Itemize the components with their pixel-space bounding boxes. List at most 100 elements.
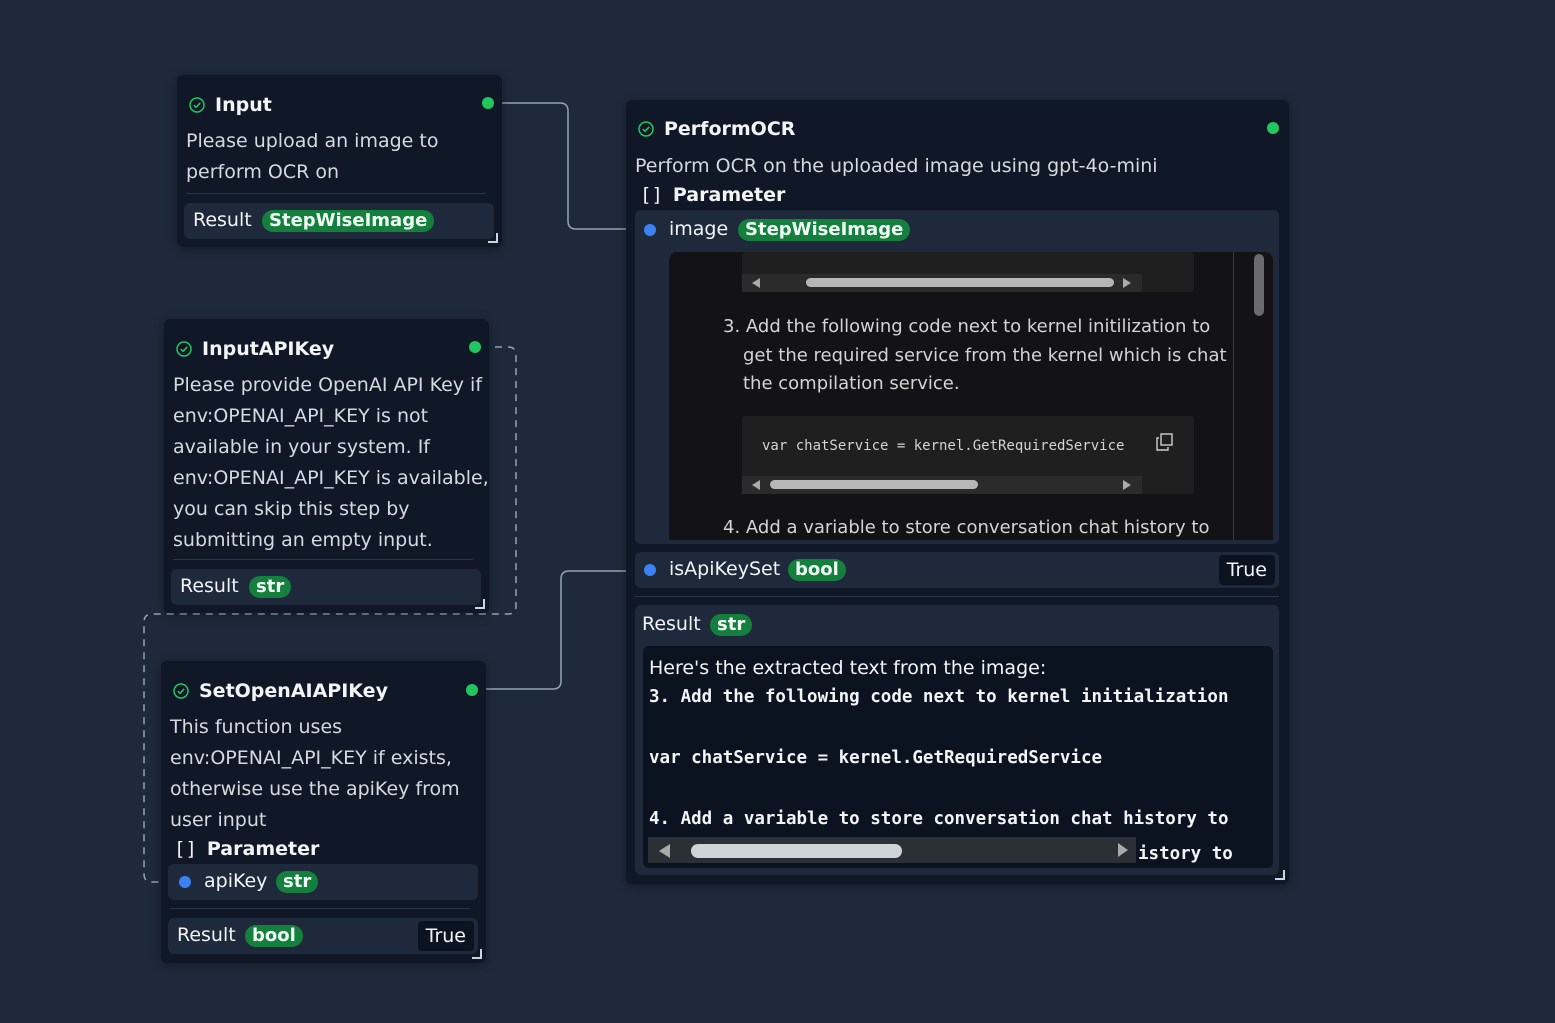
description-line: Please provide OpenAI API Key if <box>173 374 483 396</box>
resize-handle[interactable] <box>475 599 485 609</box>
node-title: SetOpenAIAPIKey <box>199 680 388 702</box>
description-line: env:OPENAI_API_KEY if exists, <box>170 747 452 769</box>
check-circle-icon <box>189 97 205 113</box>
output-port[interactable] <box>1267 122 1279 134</box>
type-badge: bool <box>245 925 303 947</box>
node-description: This function uses env:OPENAI_API_KEY if… <box>170 712 460 836</box>
scroll-thumb[interactable] <box>770 480 978 489</box>
step-4-text: 4. Add a variable to store conversation … <box>723 517 1210 538</box>
text-line: 3. Add the following code next to kernel… <box>723 316 1211 337</box>
scroll-thumb[interactable] <box>1254 254 1264 316</box>
input-port[interactable] <box>644 564 656 576</box>
type-badge: StepWiseImage <box>262 210 435 232</box>
horizontal-scrollbar[interactable] <box>742 476 1142 494</box>
param-name: image <box>669 218 729 240</box>
node-description: Please upload an image to perform OCR on <box>186 126 438 188</box>
description-line: submitting an empty input. <box>173 529 433 551</box>
result-label: Result <box>193 209 252 231</box>
result-row: Result StepWiseImage <box>184 203 494 239</box>
output-port[interactable] <box>466 684 478 696</box>
type-badge: str <box>276 871 319 893</box>
node-description: Please provide OpenAI API Key if env:OPE… <box>173 370 489 556</box>
node-header: SetOpenAIAPIKey <box>173 675 388 707</box>
node-header: Input <box>189 89 272 121</box>
result-row: Result bool True <box>168 918 478 954</box>
scroll-right-icon[interactable] <box>1123 480 1131 490</box>
param-name: isApiKeySet <box>669 558 781 580</box>
wire-setkey-to-isapikeyset <box>479 570 636 690</box>
output-port[interactable] <box>482 97 494 109</box>
divider <box>170 908 470 909</box>
parameter-header-label: Parameter <box>206 838 320 860</box>
node-input[interactable]: Input Please upload an image to perform … <box>177 75 502 247</box>
description-line: otherwise use the apiKey from <box>170 778 460 800</box>
parameter-bracket: [] <box>640 184 663 206</box>
horizontal-scrollbar[interactable] <box>742 274 1142 292</box>
node-title: PerformOCR <box>664 118 796 140</box>
scroll-right-icon[interactable] <box>1123 278 1131 288</box>
description-line: Please upload an image to <box>186 130 439 152</box>
scroll-left-icon[interactable] <box>752 480 760 490</box>
result-label: Result <box>180 575 239 597</box>
type-badge: str <box>710 614 753 636</box>
description-line: user input <box>170 809 267 831</box>
parameter-header: [] Parameter <box>640 184 785 206</box>
description-line: perform OCR on <box>186 161 340 183</box>
parameter-bracket: [] <box>174 838 197 860</box>
result-row: Result str <box>171 569 481 605</box>
type-badge: str <box>249 576 292 598</box>
check-circle-icon <box>638 121 654 137</box>
result-output[interactable]: Here's the extracted text from the image… <box>643 646 1273 868</box>
resize-handle[interactable] <box>488 233 498 243</box>
description-line: env:OPENAI_API_KEY is available, <box>173 467 489 489</box>
divider <box>173 559 473 560</box>
code-block <box>742 252 1194 292</box>
vertical-scrollbar[interactable] <box>1233 252 1234 540</box>
parameter-header-label: Parameter <box>672 184 786 206</box>
description-line: you can skip this step by <box>173 498 410 520</box>
result-line: 4. Add a variable to store conversation … <box>649 809 1229 829</box>
divider <box>186 193 486 194</box>
param-value: True <box>1218 555 1275 585</box>
result-line: Here's the extracted text from the image… <box>649 657 1047 679</box>
resize-handle[interactable] <box>1275 870 1285 880</box>
scroll-left-icon[interactable] <box>659 844 670 858</box>
type-badge: StepWiseImage <box>738 219 911 241</box>
image-preview[interactable]: 3. Add the following code next to kernel… <box>669 252 1273 540</box>
wire-input-to-image <box>495 102 636 230</box>
param-name: apiKey <box>204 870 268 892</box>
step-3-text: 3. Add the following code next to kernel… <box>723 313 1227 399</box>
divider <box>635 596 1279 597</box>
copy-icon[interactable] <box>1156 433 1174 451</box>
result-label: Result <box>642 613 701 635</box>
result-value: True <box>417 921 474 951</box>
type-badge: bool <box>788 559 846 581</box>
scroll-right-icon[interactable] <box>1118 843 1128 857</box>
description-line: env:OPENAI_API_KEY is not <box>173 405 429 427</box>
result-label: Result <box>177 924 236 946</box>
text-line: the compilation service. <box>743 373 960 394</box>
scroll-left-icon[interactable] <box>752 278 760 288</box>
code-block: var chatService = kernel.GetRequiredServ… <box>742 416 1194 494</box>
input-port[interactable] <box>644 224 656 236</box>
param-row-apikey: apiKey str <box>168 864 478 900</box>
node-title: InputAPIKey <box>202 338 335 360</box>
node-set-openai-api-key[interactable]: SetOpenAIAPIKey This function uses env:O… <box>161 661 486 963</box>
output-port[interactable] <box>469 341 481 353</box>
scroll-thumb[interactable] <box>691 844 902 858</box>
input-port[interactable] <box>179 876 191 888</box>
description-line: available in your system. If <box>173 436 430 458</box>
resize-handle[interactable] <box>472 949 482 959</box>
check-circle-icon <box>176 341 192 357</box>
check-circle-icon <box>173 683 189 699</box>
horizontal-scrollbar[interactable] <box>648 837 1136 863</box>
parameter-header: [] Parameter <box>174 838 319 860</box>
node-header: InputAPIKey <box>176 333 334 365</box>
node-input-api-key[interactable]: InputAPIKey Please provide OpenAI API Ke… <box>164 319 489 613</box>
result-overflow-text: istory to <box>1138 844 1233 864</box>
scroll-thumb[interactable] <box>806 278 1114 287</box>
node-header: PerformOCR <box>638 113 795 145</box>
description-line: This function uses <box>170 716 343 738</box>
node-title: Input <box>215 94 272 116</box>
param-row-isapikeyset: isApiKeySet bool True <box>635 552 1279 588</box>
